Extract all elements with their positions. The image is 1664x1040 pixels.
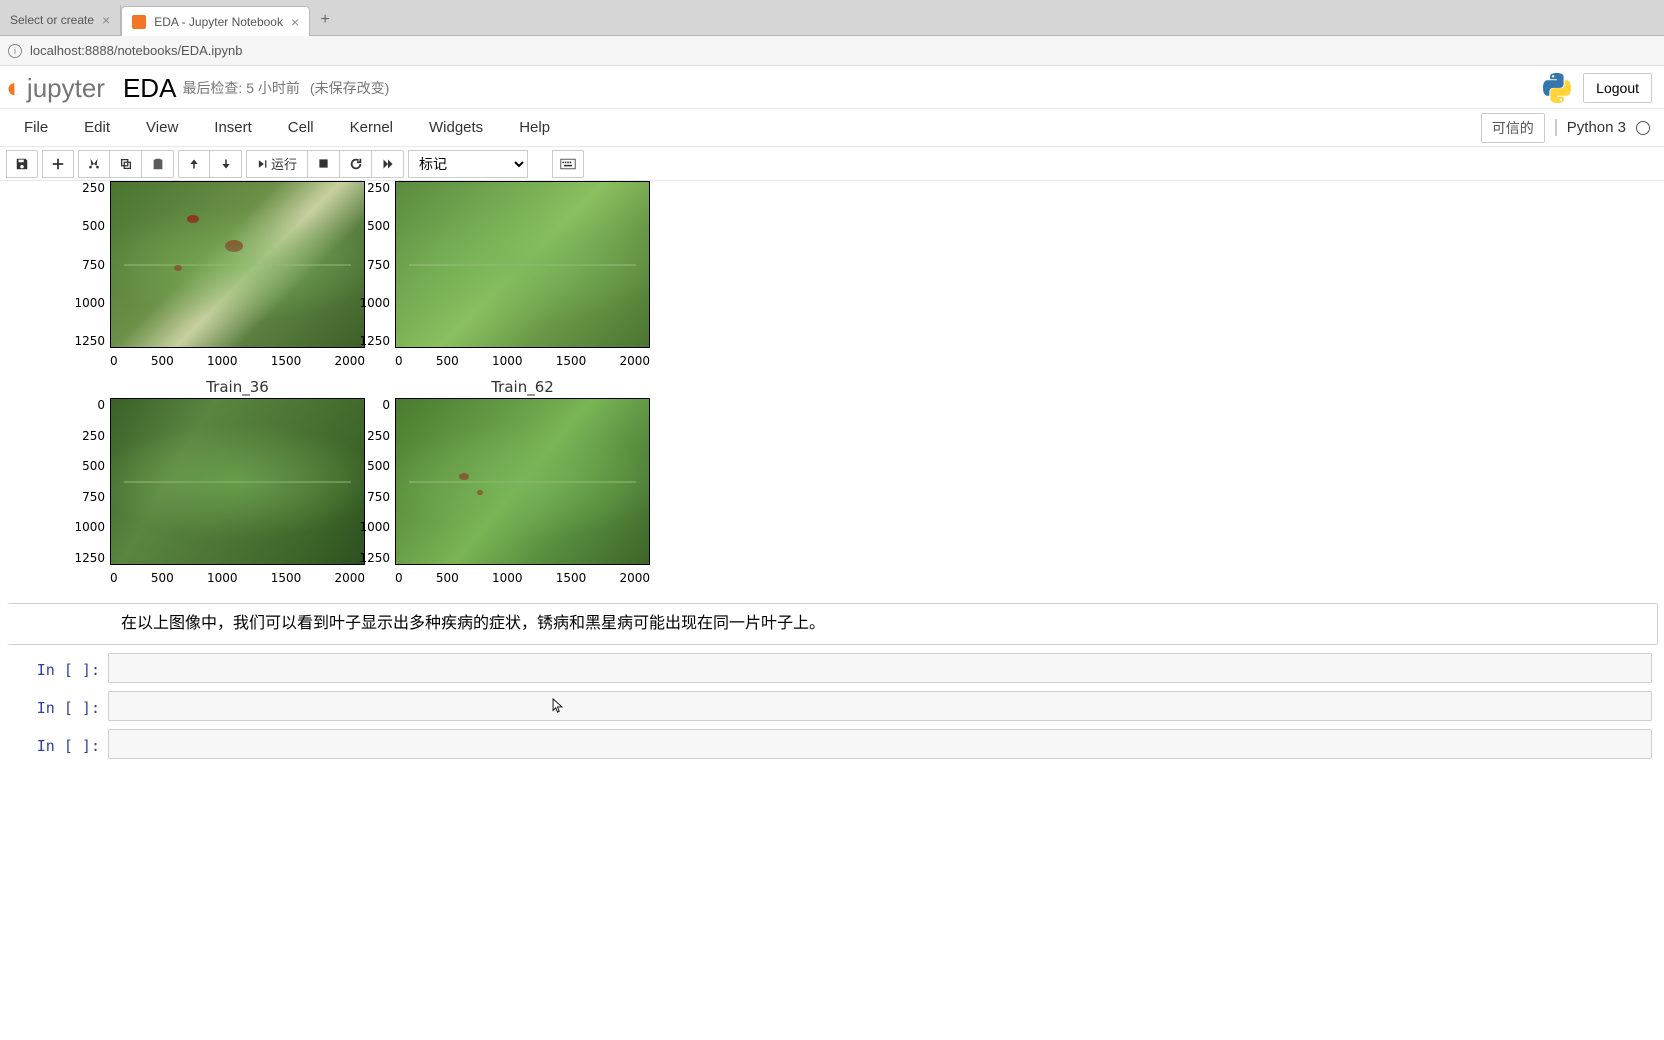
x-axis-ticks: 0 500 1000 1500 2000 [110, 354, 365, 368]
browser-tab-strip: Select or create × EDA - Jupyter Noteboo… [0, 0, 1664, 36]
paste-button[interactable] [142, 150, 174, 178]
menu-edit[interactable]: Edit [66, 111, 128, 144]
tab-title: Select or create [10, 13, 94, 27]
plot-image [110, 398, 365, 565]
trusted-indicator[interactable]: 可信的 [1481, 113, 1545, 143]
tab-title: EDA - Jupyter Notebook [154, 15, 283, 29]
kernel-status-icon[interactable] [1636, 121, 1650, 135]
plot-image [395, 398, 650, 565]
y-axis-ticks: 250 500 750 1000 1250 [70, 181, 105, 348]
notebook-header: ◐ jupyter EDA 最后检查: 5 小时前 (未保存改变) Logout [0, 66, 1664, 109]
markdown-cell[interactable]: 在以上图像中，我们可以看到叶子显示出多种疾病的症状，锈病和黑星病可能出现在同一片… [6, 603, 1658, 645]
plot-image [110, 181, 365, 348]
checkpoint-status: 最后检查: 5 小时前 [182, 78, 299, 98]
logout-button[interactable]: Logout [1583, 73, 1652, 103]
browser-tab-inactive[interactable]: Select or create × [0, 5, 121, 35]
run-label: 运行 [271, 154, 297, 173]
new-tab-button[interactable]: + [310, 5, 340, 35]
browser-tab-active[interactable]: EDA - Jupyter Notebook × [121, 6, 310, 36]
kernel-name[interactable]: Python 3 [1555, 119, 1626, 136]
y-axis-ticks: 0 250 500 750 1000 1250 [70, 390, 105, 565]
code-cell[interactable]: In [ ]: [6, 649, 1658, 687]
notebook-name[interactable]: EDA [123, 73, 176, 104]
x-axis-ticks: 0 500 1000 1500 2000 [395, 354, 650, 368]
x-axis-ticks: 0 500 1000 1500 2000 [110, 571, 365, 585]
jupyter-logo[interactable]: ◐ jupyter [6, 72, 105, 104]
menu-view[interactable]: View [128, 111, 196, 144]
code-input[interactable] [108, 691, 1652, 721]
run-button[interactable]: 运行 [246, 150, 308, 178]
toolbar: 运行 标记 [0, 147, 1664, 181]
plot-subplot: Train_36 0 250 500 750 1000 1250 [110, 378, 365, 565]
code-input[interactable] [108, 653, 1652, 683]
url-text: localhost:8888/notebooks/EDA.ipynb [30, 43, 242, 58]
markdown-text: 在以上图像中，我们可以看到叶子显示出多种疾病的症状，锈病和黑星病可能出现在同一片… [121, 612, 1643, 636]
interrupt-button[interactable] [308, 150, 340, 178]
menu-widgets[interactable]: Widgets [411, 111, 501, 144]
x-axis-ticks: 0 500 1000 1500 2000 [395, 571, 650, 585]
add-cell-button[interactable] [42, 150, 74, 178]
plot-title: Train_62 [395, 378, 650, 396]
copy-button[interactable] [110, 150, 142, 178]
close-icon[interactable]: × [102, 12, 110, 28]
plot-subplot: 250 500 750 1000 1250 [110, 181, 365, 348]
python-logo-icon [1541, 72, 1573, 104]
code-cell[interactable]: In [ ]: [6, 725, 1658, 763]
notebook-container[interactable]: 250 500 750 1000 1250 [0, 181, 1664, 1033]
menu-cell[interactable]: Cell [270, 111, 332, 144]
site-info-icon[interactable]: i [8, 44, 22, 58]
y-axis-ticks: 250 500 750 1000 1250 [355, 181, 390, 348]
input-prompt: In [ ]: [6, 729, 108, 759]
plot-title: Train_36 [110, 378, 365, 396]
plot-image [395, 181, 650, 348]
menu-file[interactable]: File [6, 111, 66, 144]
restart-run-all-button[interactable] [372, 150, 404, 178]
move-up-button[interactable] [178, 150, 210, 178]
menu-bar: File Edit View Insert Cell Kernel Widget… [0, 109, 1664, 147]
restart-button[interactable] [340, 150, 372, 178]
move-down-button[interactable] [210, 150, 242, 178]
save-button[interactable] [6, 150, 38, 178]
close-icon[interactable]: × [291, 14, 299, 30]
menu-help[interactable]: Help [501, 111, 568, 144]
command-palette-button[interactable] [552, 150, 584, 178]
code-input[interactable] [108, 729, 1652, 759]
input-prompt: In [ ]: [6, 653, 108, 683]
jupyter-logo-icon: ◐ [6, 72, 23, 104]
code-cell[interactable]: In [ ]: [6, 687, 1658, 725]
input-prompt: In [ ]: [6, 691, 108, 721]
cut-button[interactable] [78, 150, 110, 178]
play-step-icon [257, 159, 267, 169]
menu-insert[interactable]: Insert [196, 111, 270, 144]
menu-kernel[interactable]: Kernel [332, 111, 411, 144]
plot-subplot: Train_62 0 250 500 750 1000 1250 [395, 378, 650, 565]
plot-subplot: 250 500 750 1000 1250 0 500 1000 [395, 181, 650, 348]
unsaved-status: (未保存改变) [310, 78, 389, 98]
jupyter-logo-text: jupyter [27, 73, 105, 104]
jupyter-favicon [132, 15, 146, 29]
address-bar[interactable]: i localhost:8888/notebooks/EDA.ipynb [0, 36, 1664, 66]
cell-type-select[interactable]: 标记 [408, 150, 528, 178]
y-axis-ticks: 0 250 500 750 1000 1250 [355, 390, 390, 565]
cell-output: 250 500 750 1000 1250 [0, 181, 1664, 573]
